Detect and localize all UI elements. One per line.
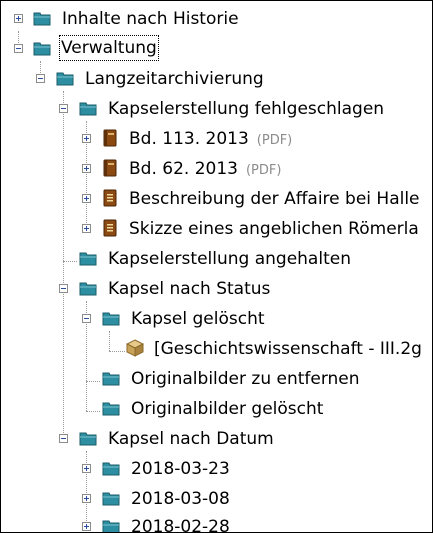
folder-icon xyxy=(33,12,51,26)
document-icon xyxy=(103,219,117,237)
format-badge: (PDF) xyxy=(245,163,282,178)
expand-toggle[interactable] xyxy=(82,194,91,203)
tree-item-label-group: Bd. 113. 2013 (PDF) xyxy=(129,124,292,156)
folder-icon xyxy=(102,372,120,386)
tree-connector xyxy=(63,261,77,262)
tree-item-label: Beschreibung der Affaire bei Halle xyxy=(129,189,420,209)
expand-toggle[interactable] xyxy=(82,494,91,503)
tree-connector xyxy=(63,91,64,441)
expand-toggle[interactable] xyxy=(82,224,91,233)
expand-toggle[interactable] xyxy=(82,464,91,473)
collapse-toggle[interactable] xyxy=(14,44,23,53)
tree-item-label: 2018-02-28 xyxy=(131,517,230,533)
expand-toggle[interactable] xyxy=(14,14,23,23)
tree-item-label: Skizze eines angeblichen Römerla xyxy=(129,219,419,239)
tree-connector xyxy=(109,351,125,352)
tree-item-label: Originalbilder gelöscht xyxy=(131,399,324,419)
folder-icon xyxy=(102,462,120,476)
folder-icon xyxy=(79,102,97,116)
tree-item-label: Kapselerstellung fehlgeschlagen xyxy=(108,99,385,119)
tree-item-label: Verwaltung xyxy=(59,35,159,61)
document-icon xyxy=(103,189,117,207)
expand-toggle[interactable] xyxy=(82,522,91,531)
tree-item-label: 2018-03-08 xyxy=(131,489,230,509)
package-icon xyxy=(126,339,144,357)
folder-icon xyxy=(102,402,120,416)
collapse-toggle[interactable] xyxy=(82,314,91,323)
tree-connector xyxy=(109,331,110,351)
tree-item-label: Originalbilder zu entfernen xyxy=(131,369,360,389)
folder-icon xyxy=(102,520,120,532)
collapse-toggle[interactable] xyxy=(59,434,68,443)
book-icon xyxy=(103,129,117,147)
tree-item-label: Kapsel gelöscht xyxy=(131,309,265,329)
folder-icon xyxy=(79,282,97,296)
format-badge: (PDF) xyxy=(256,133,293,148)
expand-toggle[interactable] xyxy=(82,164,91,173)
tree-item-label: Langzeitarchivierung xyxy=(85,69,264,89)
tree-item-label: [Geschichtswissenschaft - III.2g xyxy=(154,339,422,359)
tree-connector xyxy=(86,411,100,412)
folder-icon xyxy=(102,312,120,326)
book-icon xyxy=(103,159,117,177)
tree-item-label: Kapselerstellung angehalten xyxy=(108,249,351,269)
tree-item-label: 2018-03-23 xyxy=(131,459,230,479)
tree-item-label: Inhalte nach Historie xyxy=(62,9,239,29)
folder-icon xyxy=(102,492,120,506)
tree-view: Inhalte nach Historie Verwaltung Langzei… xyxy=(0,0,433,533)
tree-item-label-group: Bd. 62. 2013 (PDF) xyxy=(129,154,281,186)
tree-connector xyxy=(86,381,100,382)
folder-icon xyxy=(79,252,97,266)
folder-icon xyxy=(56,72,74,86)
expand-toggle[interactable] xyxy=(82,134,91,143)
folder-icon xyxy=(79,432,97,446)
collapse-toggle[interactable] xyxy=(59,104,68,113)
tree-item-label: Bd. 62. 2013 xyxy=(129,159,238,179)
collapse-toggle[interactable] xyxy=(59,284,68,293)
tree-item-label: Kapsel nach Status xyxy=(108,279,271,299)
folder-icon xyxy=(33,42,51,56)
tree-item-label: Bd. 113. 2013 xyxy=(129,129,249,149)
collapse-toggle[interactable] xyxy=(36,74,45,83)
tree-item-label: Kapsel nach Datum xyxy=(108,429,274,449)
